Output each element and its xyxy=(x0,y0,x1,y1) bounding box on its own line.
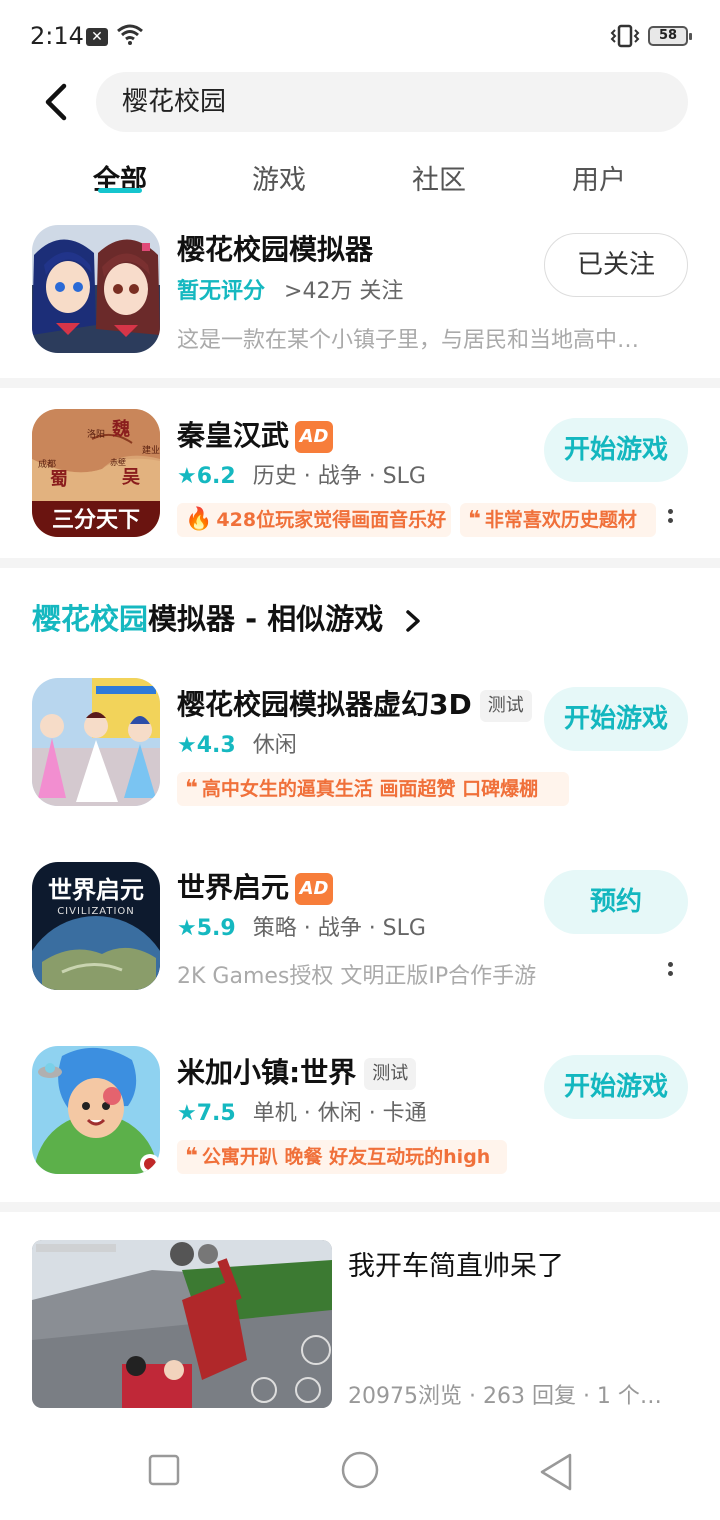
chevron-right-icon xyxy=(406,610,421,632)
review-text: 非常喜欢历史题材 xyxy=(484,509,637,531)
app-title[interactable]: 世界启元 AD xyxy=(177,866,334,906)
app-title[interactable]: 樱花校园模拟器虚幻3D 测试 xyxy=(177,683,532,723)
heading-highlight: 樱花校园 xyxy=(32,602,149,636)
tab-users[interactable]: 用户 xyxy=(539,158,659,197)
app-meta: 暂无评分 >42万 关注 xyxy=(177,273,403,305)
followed-button[interactable]: 已关注 xyxy=(544,233,688,297)
app-icon-miga-town[interactable] xyxy=(32,1046,160,1174)
section-divider xyxy=(0,378,720,388)
icon-map-luoyang: 洛阳 xyxy=(87,428,105,440)
icon-banner-text: 三分天下 xyxy=(52,508,140,533)
app-description: 2K Games授权 文明正版IP合作手游 xyxy=(177,964,537,989)
search-input[interactable]: 樱花校园 xyxy=(96,72,688,132)
app-icon-civilization[interactable]: 世界启元 CIVILIZATION xyxy=(32,862,160,990)
no-rating-label: 暂无评分 xyxy=(177,279,266,304)
app-title-text: 世界启元 xyxy=(177,871,290,904)
more-icon[interactable] xyxy=(660,505,680,535)
rating-value: 7.5 xyxy=(196,1101,236,1126)
app-title-text: 秦皇汉武 xyxy=(177,419,290,452)
icon-map-wu: 吴 xyxy=(122,467,140,488)
app-description: 这是一款在某个小镇子里，与居民和当地高中… xyxy=(177,328,640,353)
notification-icon: ✕ xyxy=(86,28,108,46)
quote-icon: ❝ xyxy=(185,1144,198,1169)
player-review-chip: ❝ 公寓开趴 晚餐 好友互动玩的high xyxy=(177,1140,507,1174)
more-icon[interactable] xyxy=(660,958,680,988)
player-review-chip: ❝ 高中女生的逼真生活 画面超赞 口碑爆棚 xyxy=(177,772,569,806)
review-text: 公寓开趴 晚餐 好友互动玩的high xyxy=(201,1146,491,1168)
star-icon: ★ xyxy=(177,464,197,489)
similar-games-heading[interactable]: 樱花校园模拟器 - 相似游戏 xyxy=(32,596,425,638)
star-icon: ★ xyxy=(177,1101,197,1126)
wifi-icon xyxy=(117,24,143,45)
rating-value: 6.2 xyxy=(196,464,236,489)
test-badge: 测试 xyxy=(364,1058,417,1090)
rating-value: 4.3 xyxy=(196,733,236,758)
post-thumbnail[interactable] xyxy=(32,1240,332,1408)
tab-active-indicator xyxy=(98,188,142,193)
quote-icon: ❝ xyxy=(185,776,198,801)
app-tags: 休闲 xyxy=(252,733,297,758)
post-title[interactable]: 我开车简直帅呆了 xyxy=(348,1244,564,1283)
app-meta: ★7.5 单机 · 休闲 · 卡通 xyxy=(177,1095,427,1127)
tab-community[interactable]: 社区 xyxy=(379,158,499,197)
icon-map-shu: 蜀 xyxy=(50,469,68,490)
app-meta: ★5.9 策略 · 战争 · SLG xyxy=(177,910,426,942)
play-button[interactable]: 开始游戏 xyxy=(544,418,688,482)
back-button[interactable] xyxy=(36,78,80,126)
app-tags: 单机 · 休闲 · 卡通 xyxy=(252,1101,427,1126)
vibrate-icon xyxy=(610,24,640,48)
section-divider xyxy=(0,1202,720,1212)
reserve-button[interactable]: 预约 xyxy=(544,870,688,934)
icon-game-title: 世界启元 xyxy=(48,876,144,904)
app-title-text: 樱花校园模拟器虚幻3D xyxy=(177,688,472,721)
tab-games[interactable]: 游戏 xyxy=(219,158,339,197)
play-button[interactable]: 开始游戏 xyxy=(544,1055,688,1119)
play-button[interactable]: 开始游戏 xyxy=(544,687,688,751)
circle-icon[interactable] xyxy=(340,1450,380,1490)
app-icon-sakura-3d[interactable] xyxy=(32,678,160,806)
triangle-back-icon[interactable] xyxy=(538,1452,574,1492)
app-title[interactable]: 秦皇汉武 AD xyxy=(177,414,334,454)
fire-icon: 🔥 xyxy=(185,507,213,532)
system-nav-bar xyxy=(0,1430,720,1520)
app-title[interactable]: 米加小镇:世界 测试 xyxy=(177,1051,417,1091)
back-arrow-icon xyxy=(45,83,67,121)
tab-bar: 全部 游戏 社区 用户 xyxy=(0,150,720,210)
app-meta: ★6.2 历史 · 战争 · SLG xyxy=(177,458,426,490)
rating-value: 5.9 xyxy=(196,916,236,941)
status-bar: 2:14 ✕ 58 xyxy=(0,0,720,72)
followers-count: >42万 关注 xyxy=(284,279,404,304)
battery-icon: 58 xyxy=(648,26,692,46)
app-tags: 历史 · 战争 · SLG xyxy=(252,464,426,489)
star-icon: ★ xyxy=(177,916,197,941)
ad-badge: AD xyxy=(295,421,334,453)
section-divider xyxy=(0,558,720,568)
quote-icon: ❝ xyxy=(468,507,481,532)
app-meta: ★4.3 休闲 xyxy=(177,727,297,759)
status-time: 2:14 xyxy=(30,22,84,50)
heading-text: 模拟器 - 相似游戏 xyxy=(148,602,384,636)
app-icon-sakura-school[interactable] xyxy=(32,225,160,353)
icon-map-jianye: 建业 xyxy=(142,444,160,456)
test-badge: 测试 xyxy=(479,690,532,722)
post-stats: 20975浏览 · 263 回复 · 1 个… xyxy=(348,1384,662,1409)
review-text: 428位玩家觉得画面音乐好 xyxy=(216,509,447,531)
ad-badge: AD xyxy=(295,873,334,905)
app-icon-qinhuang[interactable]: 魏 洛阳 成都 蜀 吴 建业 赤壁 三分天下 xyxy=(32,409,160,537)
icon-game-subtitle: CIVILIZATION xyxy=(57,906,135,917)
star-icon: ★ xyxy=(177,733,197,758)
app-title[interactable]: 樱花校园模拟器 xyxy=(177,228,373,268)
player-review-chip: 🔥 428位玩家觉得画面音乐好 xyxy=(177,503,451,537)
square-icon[interactable] xyxy=(148,1452,180,1488)
icon-map-wei: 魏 xyxy=(111,418,130,440)
app-tags: 策略 · 战争 · SLG xyxy=(252,916,426,941)
icon-map-chibi: 赤壁 xyxy=(110,457,126,467)
review-text: 高中女生的逼真生活 画面超赞 口碑爆棚 xyxy=(201,778,539,800)
app-title-text: 米加小镇:世界 xyxy=(177,1056,357,1089)
player-review-chip: ❝ 非常喜欢历史题材 xyxy=(460,503,656,537)
